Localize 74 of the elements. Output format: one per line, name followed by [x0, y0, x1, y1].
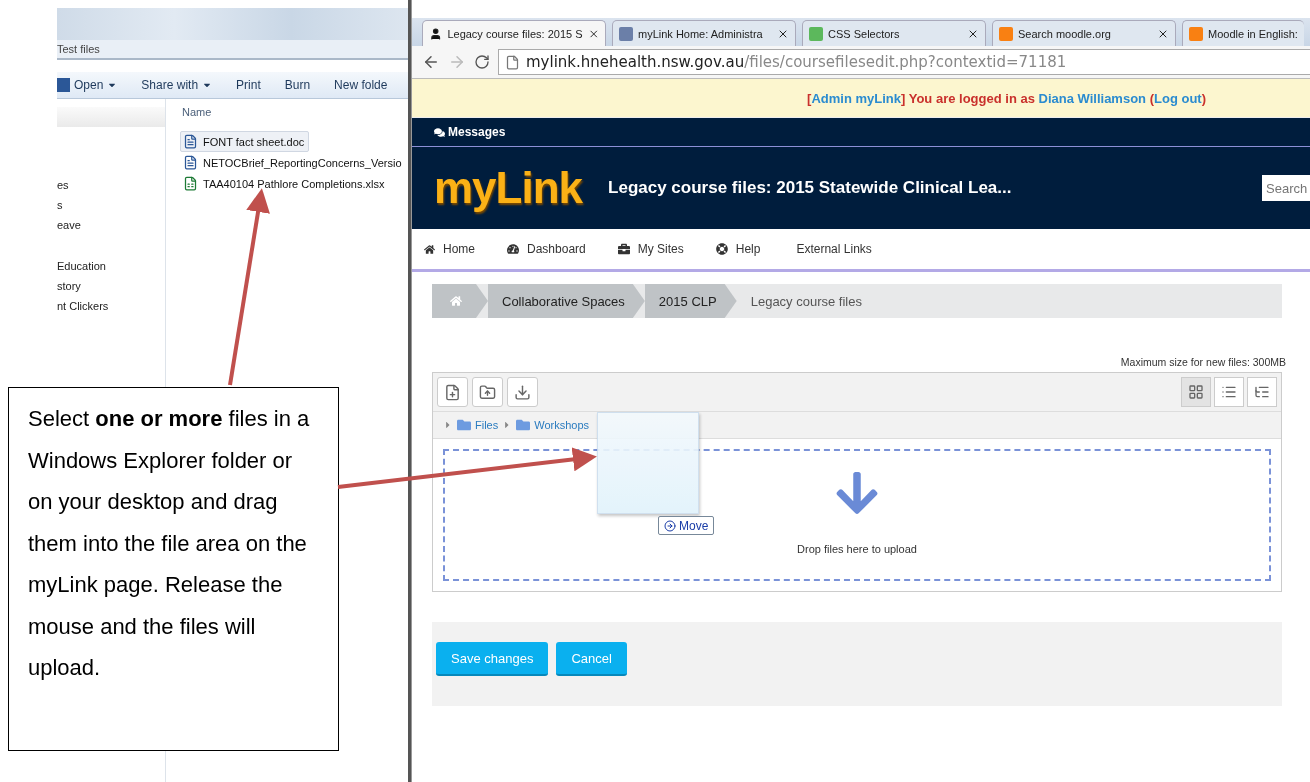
- view-toggle[interactable]: [1181, 377, 1211, 407]
- folder-path-link[interactable]: Files: [457, 418, 499, 432]
- tree-list-icon: [1254, 384, 1270, 400]
- breadcrumb-item[interactable]: 2015 CLP: [644, 284, 737, 318]
- view-toggle[interactable]: [1247, 377, 1277, 407]
- folder-plus-icon: [479, 383, 496, 401]
- file-item[interactable]: NETOCBrief_ReportingConcerns_Versio: [180, 152, 407, 173]
- nav-link[interactable]: Home: [424, 242, 475, 256]
- file-item[interactable]: TAA40104 Pathlore Completions.xlsx: [180, 173, 390, 194]
- breadcrumb-item[interactable]: Collaborative Spaces: [488, 284, 645, 318]
- view-toggle[interactable]: [1214, 377, 1244, 407]
- toolbar-button[interactable]: Burn: [284, 78, 311, 92]
- max-size-note: Maximum size for new files: 300MB: [1119, 356, 1286, 370]
- navigation-item[interactable]: nt Clickers: [57, 296, 165, 316]
- nav-link[interactable]: Dashboard: [507, 242, 586, 256]
- home-icon: [424, 243, 435, 255]
- help-icon: [715, 243, 728, 255]
- user-icon: [429, 26, 443, 41]
- navigation-item[interactable]: eave: [57, 215, 165, 235]
- back-icon[interactable]: [422, 53, 440, 71]
- search-field[interactable]: Search: [1262, 175, 1310, 201]
- breadcrumb-item[interactable]: Legacy course files: [736, 284, 882, 318]
- toolbar-button[interactable]: Open: [57, 78, 118, 92]
- toolbar-button[interactable]: Print: [236, 78, 261, 92]
- browser-tab[interactable]: Search moodle.org: [992, 20, 1176, 46]
- navigation-item[interactable]: Education: [57, 256, 165, 276]
- site-icon: [1189, 26, 1203, 41]
- instruction-text: Select one or more files in a Windows Explorer folder or on your desktop and drag them into the file area on the myLink page. Release the mouse and the files will upload.: [8, 387, 339, 751]
- nav-link[interactable]: External Links: [796, 242, 872, 256]
- briefcase-icon: [617, 243, 630, 255]
- browser-tab[interactable]: Moodle in English:: [1182, 20, 1304, 46]
- close-icon[interactable]: [587, 27, 599, 40]
- logo: myLink: [434, 163, 583, 213]
- toolbar-button[interactable]: New folde: [334, 78, 388, 92]
- url-text: mylink.hnehealth.nsw.gov.au/files/coursefilesedit.php?contextid=71181: [526, 53, 1067, 71]
- nav-link[interactable]: Help: [715, 242, 761, 256]
- document-file-icon: [183, 155, 198, 170]
- dashboard-icon: [507, 243, 519, 255]
- chat-icon: [434, 126, 445, 138]
- site-icon: [619, 26, 633, 41]
- column-header[interactable]: Name: [182, 99, 212, 125]
- file-plus-icon: [444, 383, 461, 401]
- page-title: Legacy course files: 2015 Statewide Clinical Lea...: [608, 178, 1013, 198]
- home-icon: [450, 295, 462, 307]
- spreadsheet-file-icon: [183, 176, 198, 191]
- drop-hint: Drop files here to upload: [797, 543, 917, 555]
- page-icon: [505, 54, 520, 70]
- create-folder-button[interactable]: [472, 377, 503, 407]
- nav-link[interactable]: My Sites: [617, 242, 684, 256]
- file-item[interactable]: FONT fact sheet.doc: [180, 131, 310, 152]
- grid-icon: [1188, 384, 1204, 400]
- document-file-icon: [183, 134, 198, 149]
- browser-tab[interactable]: Legacy course files: 2015 S: [422, 20, 606, 46]
- add-file-button[interactable]: [437, 377, 468, 407]
- download-icon: [514, 383, 531, 401]
- reload-icon[interactable]: [474, 54, 490, 70]
- site-icon: [809, 26, 823, 41]
- folder-path-link[interactable]: Workshops: [516, 418, 590, 432]
- browser-tab[interactable]: myLink Home: Administra: [612, 20, 796, 46]
- navigation-item[interactable]: story: [57, 276, 165, 296]
- download-button[interactable]: [507, 377, 538, 407]
- navigation-item[interactable]: es: [57, 175, 165, 195]
- address-bar[interactable]: mylink.hnehealth.nsw.gov.au/files/coursefilesedit.php?contextid=71181: [498, 49, 1310, 75]
- site-icon: [999, 26, 1013, 41]
- navigation-item[interactable]: s: [57, 195, 165, 215]
- browser-tab[interactable]: CSS Selectors: [802, 20, 986, 46]
- move-cursor-label: Move: [658, 516, 715, 535]
- login-notice: [Admin myLink] You are logged in as Diana Williamson (Log out): [807, 90, 1206, 106]
- messages-link[interactable]: Messages: [434, 125, 506, 139]
- toolbar-button[interactable]: Share with: [141, 78, 213, 92]
- folder-path: Test files: [57, 40, 408, 60]
- folder-icon: [457, 418, 471, 432]
- list-icon: [1221, 384, 1237, 400]
- folder-icon: [516, 418, 531, 432]
